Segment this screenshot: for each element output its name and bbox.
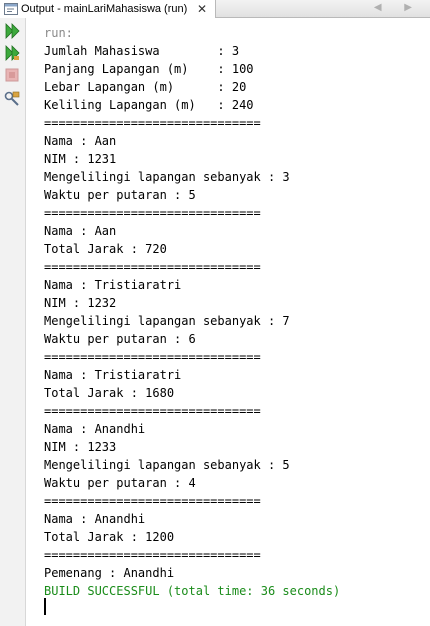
- console-line: NIM : 1231: [44, 152, 117, 166]
- rerun-icon[interactable]: [3, 22, 21, 40]
- console-line: ==============================: [44, 404, 261, 418]
- console-line: Waktu per putaran : 6: [44, 332, 196, 346]
- console-line: Lebar Lapangan (m) : 20: [44, 80, 247, 94]
- console-line: Panjang Lapangan (m) : 100: [44, 62, 254, 76]
- console-line: ==============================: [44, 116, 261, 130]
- console-line: Nama : Tristiaratri: [44, 368, 182, 382]
- console-line: Nama : Anandhi: [44, 422, 146, 436]
- console-line: ==============================: [44, 350, 261, 364]
- output-window-icon: [4, 3, 18, 15]
- rerun-with-options-icon[interactable]: [3, 44, 21, 62]
- console-line: ==============================: [44, 548, 261, 562]
- console-line: ==============================: [44, 260, 261, 274]
- console-line: run:: [44, 26, 73, 40]
- console-line: Nama : Anandhi: [44, 512, 146, 526]
- close-icon[interactable]: ✕: [197, 2, 207, 16]
- console-line: Mengelilingi lapangan sebanyak : 5: [44, 458, 290, 472]
- tab-output[interactable]: Output - mainLariMahasiswa (run) ✕: [0, 0, 216, 18]
- settings-icon[interactable]: [3, 90, 21, 108]
- console-line: Keliling Lapangan (m) : 240: [44, 98, 254, 112]
- console-line: Waktu per putaran : 5: [44, 188, 196, 202]
- console-line: Nama : Tristiaratri: [44, 278, 182, 292]
- stop-icon[interactable]: [3, 66, 21, 84]
- console-output[interactable]: run: Jumlah Mahasiswa : 3 Panjang Lapangan…: [44, 24, 430, 600]
- console-line: Total Jarak : 1680: [44, 386, 175, 400]
- console-line: NIM : 1233: [44, 440, 117, 454]
- tab-title: Output - mainLariMahasiswa (run): [21, 3, 188, 15]
- console-line: BUILD SUCCESSFUL (total time: 36 seconds…: [44, 584, 341, 598]
- text-caret: [44, 598, 46, 615]
- tab-scroll-arrows[interactable]: ◀ ▶: [374, 2, 422, 13]
- console-line: ==============================: [44, 206, 261, 220]
- console-line: Total Jarak : 720: [44, 242, 167, 256]
- console-line: Waktu per putaran : 4: [44, 476, 196, 490]
- tab-bar: Output - mainLariMahasiswa (run) ✕ ◀ ▶: [0, 0, 430, 18]
- console-line: Nama : Aan: [44, 224, 117, 238]
- console-line: Jumlah Mahasiswa : 3: [44, 44, 240, 58]
- console-line: NIM : 1232: [44, 296, 117, 310]
- console-line: Total Jarak : 1200: [44, 530, 175, 544]
- console-line: Pemenang : Anandhi: [44, 566, 175, 580]
- console-line: Mengelilingi lapangan sebanyak : 7: [44, 314, 290, 328]
- console-line: ==============================: [44, 494, 261, 508]
- output-toolbar: [0, 18, 26, 626]
- console-line: Mengelilingi lapangan sebanyak : 3: [44, 170, 290, 184]
- console-line: Nama : Aan: [44, 134, 117, 148]
